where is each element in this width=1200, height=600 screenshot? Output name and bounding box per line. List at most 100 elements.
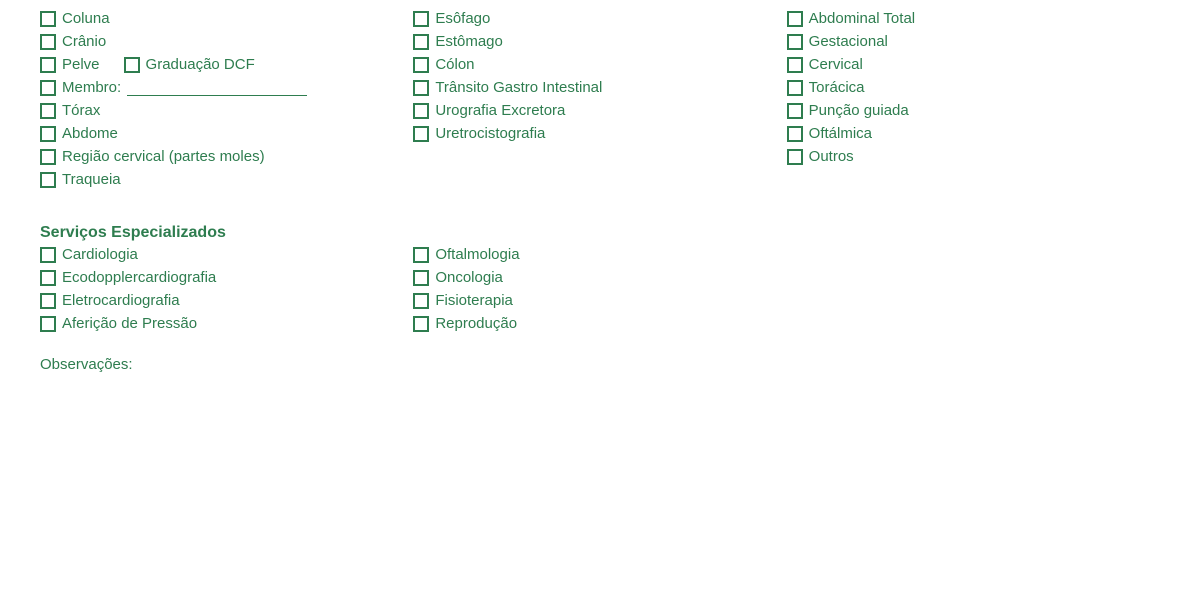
checkbox-eletrocardiografia[interactable]	[40, 293, 56, 309]
checkbox-regiao-cervical[interactable]	[40, 149, 56, 165]
row-abdome: Abdome	[40, 125, 413, 142]
checkbox-ecodoppler[interactable]	[40, 270, 56, 286]
checkbox-abdome[interactable]	[40, 126, 56, 142]
checkbox-uretrocistografia[interactable]	[413, 126, 429, 142]
checkbox-cervical[interactable]	[787, 57, 803, 73]
label-esofago: Esôfago	[435, 10, 490, 27]
checkbox-graduation[interactable]	[124, 57, 140, 73]
checkbox-estomago[interactable]	[413, 34, 429, 50]
checkbox-pelve[interactable]	[40, 57, 56, 73]
label-oftalmica: Oftálmica	[809, 125, 872, 142]
row-gestacional: Gestacional	[787, 33, 1160, 50]
row-cervical: Cervical	[787, 56, 1160, 73]
checkbox-transito[interactable]	[413, 80, 429, 96]
label-afericao: Aferição de Pressão	[62, 315, 197, 332]
row-colon: Cólon	[413, 56, 786, 73]
row-coluna: Coluna	[40, 10, 413, 27]
label-estomago: Estômago	[435, 33, 503, 50]
label-cervical: Cervical	[809, 56, 863, 73]
row-fisioterapia: Fisioterapia	[413, 292, 786, 309]
label-regiao-cervical: Região cervical (partes moles)	[62, 148, 265, 165]
services-col1: Cardiologia Ecodopplercardiografia Eletr…	[40, 246, 413, 334]
label-colon: Cólon	[435, 56, 474, 73]
row-afericao: Aferição de Pressão	[40, 315, 413, 332]
label-coluna: Coluna	[62, 10, 110, 27]
checkbox-toracica[interactable]	[787, 80, 803, 96]
label-cranio: Crânio	[62, 33, 106, 50]
row-pelve: Pelve Graduação DCF	[40, 56, 413, 73]
checkbox-colon[interactable]	[413, 57, 429, 73]
checkbox-abdominal-total[interactable]	[787, 11, 803, 27]
row-puncao-guiada: Punção guiada	[787, 102, 1160, 119]
row-ecodoppler: Ecodopplercardiografia	[40, 269, 413, 286]
label-cardiologia: Cardiologia	[62, 246, 138, 263]
label-abdominal-total: Abdominal Total	[809, 10, 915, 27]
label-traqueia: Traqueia	[62, 171, 121, 188]
main-content: Coluna Crânio Pelve Graduação DCF Membro…	[40, 10, 1160, 373]
col3: Abdominal Total Gestacional Cervical Tor…	[787, 10, 1160, 190]
services-col2: Oftalmologia Oncologia Fisioterapia Repr…	[413, 246, 786, 334]
checkbox-oftalmica[interactable]	[787, 126, 803, 142]
row-torax: Tórax	[40, 102, 413, 119]
row-cardiologia: Cardiologia	[40, 246, 413, 263]
label-transito: Trânsito Gastro Intestinal	[435, 79, 602, 96]
observacoes-section: Observações:	[40, 356, 1160, 373]
label-pelve: Pelve	[62, 56, 100, 73]
services-title: Serviços Especializados	[40, 224, 1160, 242]
row-eletrocardiografia: Eletrocardiografia	[40, 292, 413, 309]
checkbox-membro[interactable]	[40, 80, 56, 96]
row-cranio: Crânio	[40, 33, 413, 50]
row-traqueia: Traqueia	[40, 171, 413, 188]
col2: Esôfago Estômago Cólon Trânsito Gastro I…	[413, 10, 786, 190]
label-ecodoppler: Ecodopplercardiografia	[62, 269, 216, 286]
row-oncologia: Oncologia	[413, 269, 786, 286]
checkbox-torax[interactable]	[40, 103, 56, 119]
label-graduation: Graduação DCF	[146, 56, 255, 73]
checkbox-afericao[interactable]	[40, 316, 56, 332]
label-gestacional: Gestacional	[809, 33, 888, 50]
label-reproducao: Reprodução	[435, 315, 517, 332]
checkbox-cranio[interactable]	[40, 34, 56, 50]
row-transito: Trânsito Gastro Intestinal	[413, 79, 786, 96]
checkbox-puncao-guiada[interactable]	[787, 103, 803, 119]
label-fisioterapia: Fisioterapia	[435, 292, 513, 309]
row-membro: Membro:	[40, 79, 413, 96]
label-toracica: Torácica	[809, 79, 865, 96]
label-eletrocardiografia: Eletrocardiografia	[62, 292, 180, 309]
row-urografia: Urografia Excretora	[413, 102, 786, 119]
checkbox-reproducao[interactable]	[413, 316, 429, 332]
checkbox-coluna[interactable]	[40, 11, 56, 27]
label-puncao-guiada: Punção guiada	[809, 102, 909, 119]
checkbox-gestacional[interactable]	[787, 34, 803, 50]
label-torax: Tórax	[62, 102, 100, 119]
label-abdome: Abdome	[62, 125, 118, 142]
row-estomago: Estômago	[413, 33, 786, 50]
membro-field[interactable]	[127, 80, 307, 96]
label-urografia: Urografia Excretora	[435, 102, 565, 119]
row-abdominal-total: Abdominal Total	[787, 10, 1160, 27]
checkbox-cardiologia[interactable]	[40, 247, 56, 263]
top-section: Coluna Crânio Pelve Graduação DCF Membro…	[40, 10, 1160, 190]
label-oftalmologia: Oftalmologia	[435, 246, 519, 263]
row-reproducao: Reprodução	[413, 315, 786, 332]
row-toracica: Torácica	[787, 79, 1160, 96]
services-columns: Cardiologia Ecodopplercardiografia Eletr…	[40, 246, 1160, 334]
checkbox-oncologia[interactable]	[413, 270, 429, 286]
checkbox-esofago[interactable]	[413, 11, 429, 27]
row-oftalmica: Oftálmica	[787, 125, 1160, 142]
checkbox-oftalmologia[interactable]	[413, 247, 429, 263]
row-esofago: Esôfago	[413, 10, 786, 27]
row-outros: Outros	[787, 148, 1160, 165]
label-uretrocistografia: Uretrocistografia	[435, 125, 545, 142]
row-uretrocistografia: Uretrocistografia	[413, 125, 786, 142]
checkbox-outros[interactable]	[787, 149, 803, 165]
services-section: Serviços Especializados Cardiologia Ecod…	[40, 214, 1160, 334]
checkbox-traqueia[interactable]	[40, 172, 56, 188]
checkbox-fisioterapia[interactable]	[413, 293, 429, 309]
row-regiao-cervical: Região cervical (partes moles)	[40, 148, 413, 165]
label-membro: Membro:	[62, 79, 121, 96]
checkbox-urografia[interactable]	[413, 103, 429, 119]
label-oncologia: Oncologia	[435, 269, 503, 286]
col1: Coluna Crânio Pelve Graduação DCF Membro…	[40, 10, 413, 190]
services-col3	[787, 246, 1160, 334]
